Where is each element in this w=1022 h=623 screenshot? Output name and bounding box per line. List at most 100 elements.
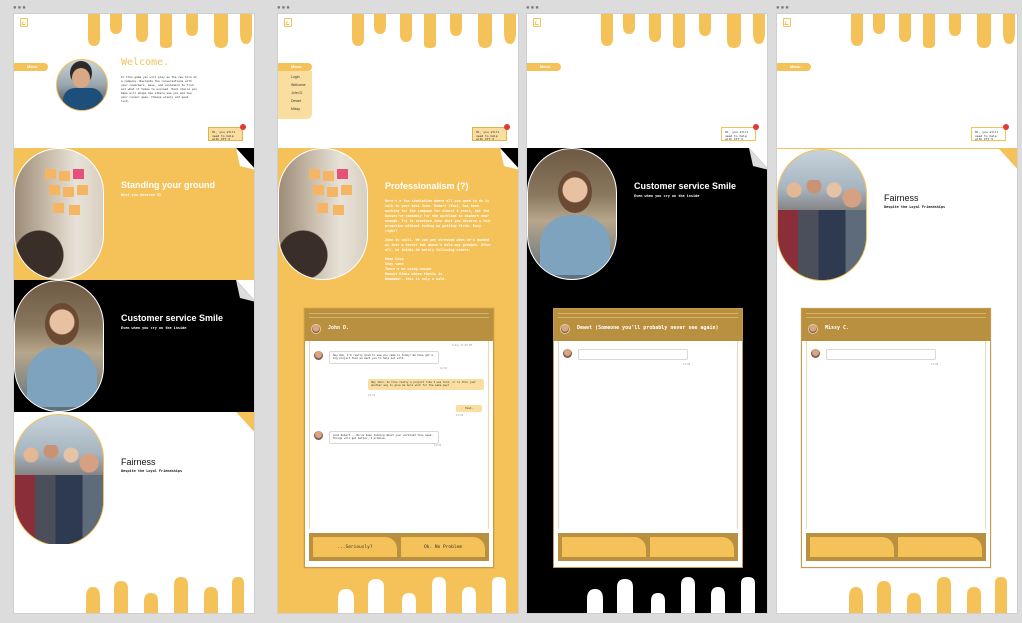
reply-button-2[interactable] xyxy=(898,537,982,557)
drips-bottom-decoration xyxy=(338,577,506,613)
reminder-note[interactable]: Hi, you still need to help with ITT 5 xyxy=(208,124,246,141)
logo-icon[interactable] xyxy=(20,18,28,27)
message-time: 12:00 xyxy=(931,363,939,366)
drips-top-decoration xyxy=(350,14,518,48)
frame-tag: ▪▪▪ xyxy=(526,4,540,11)
chat-messages[interactable]: 12:00 xyxy=(558,341,738,529)
professionalism-body: Here's a fun simulation where all you ne… xyxy=(385,199,495,286)
message-row: Look Robert... We've been talking about … xyxy=(314,431,439,444)
chat-header: Missy C. xyxy=(802,309,990,341)
welcome-title: Welcome. xyxy=(121,57,170,68)
chat-header: John D. xyxy=(305,309,493,341)
section-customer-service[interactable]: Customer service Smile Even when you cry… xyxy=(14,280,254,412)
logo-icon[interactable] xyxy=(533,18,541,27)
welcome-avatar xyxy=(56,59,108,111)
chat-header: Dewet (Someone you'll probably never see… xyxy=(554,309,742,341)
menu-item-login[interactable]: Login xyxy=(291,73,312,81)
message-time: 12:01 xyxy=(440,367,448,370)
menu-item-dewet[interactable]: Dewet xyxy=(291,97,312,105)
message-bubble-mine: Yeah. xyxy=(456,405,482,413)
section-title: Standing your ground xyxy=(121,180,215,190)
message-row: Hey Rob, I'm really glad to see you came… xyxy=(314,351,439,364)
notification-dot-icon xyxy=(1003,124,1009,130)
drips-bottom-decoration xyxy=(849,577,1007,613)
portrait-group-laughing xyxy=(14,414,104,544)
section-standing-ground[interactable]: Standing your ground What you deserve IS xyxy=(14,148,254,280)
artboard-customer-service: Menu Hi, you still need to help with ITT… xyxy=(526,13,768,614)
reply-button-2[interactable] xyxy=(650,537,734,557)
portrait-smiling-woman xyxy=(527,148,617,280)
notification-dot-icon xyxy=(753,124,759,130)
message-time: 12:02 xyxy=(368,394,376,397)
chat-contact-name: John D. xyxy=(328,325,350,331)
john-paragraph: John is chill. He can get stressed when … xyxy=(385,238,492,252)
sender-avatar xyxy=(563,349,572,358)
chat-window-dewet: Dewet (Someone you'll probably never see… xyxy=(553,308,743,568)
page-curl-icon xyxy=(500,148,518,170)
reminder-note[interactable]: Hi, you still need to help with ITT 5 xyxy=(472,124,510,141)
page-curl-icon xyxy=(236,412,254,434)
page-curl-icon xyxy=(749,148,767,170)
menu-button[interactable]: Menu xyxy=(527,63,561,71)
notification-dot-icon xyxy=(240,124,246,130)
section-subtitle: Despite the Loyal Friendships xyxy=(121,469,183,473)
message-bubble-mine: Hey John. Is this really a project like … xyxy=(368,379,484,390)
message-time: 12:00 xyxy=(683,363,691,366)
message-bubble xyxy=(578,349,688,360)
section-fairness[interactable]: Fairness Despite the Loyal Friendships xyxy=(14,412,254,544)
message-row xyxy=(811,349,936,360)
portrait-sticky-notes xyxy=(14,148,104,280)
welcome-body: In this game you will play as the new hi… xyxy=(121,75,197,103)
logo-icon[interactable] xyxy=(783,18,791,27)
reply-button-seriously[interactable]: ...Seriously? xyxy=(313,537,397,557)
section-subtitle: Even when you cry on the inside xyxy=(121,326,187,330)
section-title: Customer service Smile xyxy=(121,313,224,323)
drips-top-decoration xyxy=(599,14,767,48)
page-curl-icon xyxy=(999,149,1017,171)
menu-item-missy[interactable]: Missy xyxy=(291,105,312,113)
drips-bottom-decoration xyxy=(587,577,755,613)
section-title: Fairness xyxy=(884,193,919,203)
section-subtitle: Even when you cry on the inside xyxy=(634,194,700,198)
reminder-note[interactable]: Hi, you still need to help with ITT 5 xyxy=(721,124,759,141)
reminder-note-text: Hi, you still need to help with ITT 5 xyxy=(212,130,236,141)
portrait-smiling-woman xyxy=(14,280,104,412)
page-curl-icon xyxy=(236,148,254,170)
reminder-note[interactable]: Hi, you still need to help with ITT 5 xyxy=(971,124,1009,141)
reminder-note-text: Hi, you still need to help with ITT 5 xyxy=(725,130,749,141)
drips-bottom-decoration xyxy=(86,577,244,613)
reply-button-1[interactable] xyxy=(562,537,646,557)
reply-button-ok[interactable]: Ok. No Problem xyxy=(401,537,485,557)
sender-avatar xyxy=(811,349,820,358)
section-title: Customer service Smile xyxy=(634,181,737,191)
message-bubble: Hey Rob, I'm really glad to see you came… xyxy=(329,351,439,364)
artboard-fairness: Menu Hi, you still need to help with ITT… xyxy=(776,13,1018,614)
reminder-note-text: Hi, you still need to help with ITT 5 xyxy=(476,130,500,141)
menu-item-welcome[interactable]: Welcome xyxy=(291,81,312,89)
drips-top-decoration xyxy=(849,14,1017,48)
chat-contact-name: Missy C. xyxy=(825,325,850,331)
menu-button[interactable]: Menu xyxy=(777,63,811,71)
section-subtitle: What you deserve IS xyxy=(121,193,162,197)
message-row xyxy=(563,349,688,360)
artboard-professionalism: Menu Login Welcome John D. Dewet Missy H… xyxy=(277,13,519,614)
menu-button[interactable]: Menu xyxy=(14,63,48,71)
message-time: 12:02 xyxy=(456,414,464,417)
chat-window-missy: Missy C. 12:00 xyxy=(801,308,991,568)
menu-item-john[interactable]: John D. xyxy=(291,89,312,97)
chat-reply-options xyxy=(558,533,738,561)
chat-messages[interactable]: 12:00 xyxy=(806,341,986,529)
menu-button[interactable]: Menu xyxy=(278,63,312,71)
chat-window-john: John D. Today 12:00 PM Hey Rob, I'm real… xyxy=(304,308,494,568)
chat-messages[interactable]: Today 12:00 PM Hey Rob, I'm really glad … xyxy=(309,341,489,529)
sender-avatar xyxy=(314,351,323,360)
tips-paragraph: Keep Calm Stay sane There's no wrong ans… xyxy=(385,257,447,281)
notification-dot-icon xyxy=(504,124,510,130)
reply-button-1[interactable] xyxy=(810,537,894,557)
portrait-sticky-notes xyxy=(278,148,368,280)
intro-paragraph: Here's a fun simulation where all you ne… xyxy=(385,199,492,233)
logo-icon[interactable] xyxy=(284,18,292,27)
sender-avatar xyxy=(314,431,323,440)
chat-avatar xyxy=(311,324,321,334)
message-time: 12:03 xyxy=(434,444,442,447)
